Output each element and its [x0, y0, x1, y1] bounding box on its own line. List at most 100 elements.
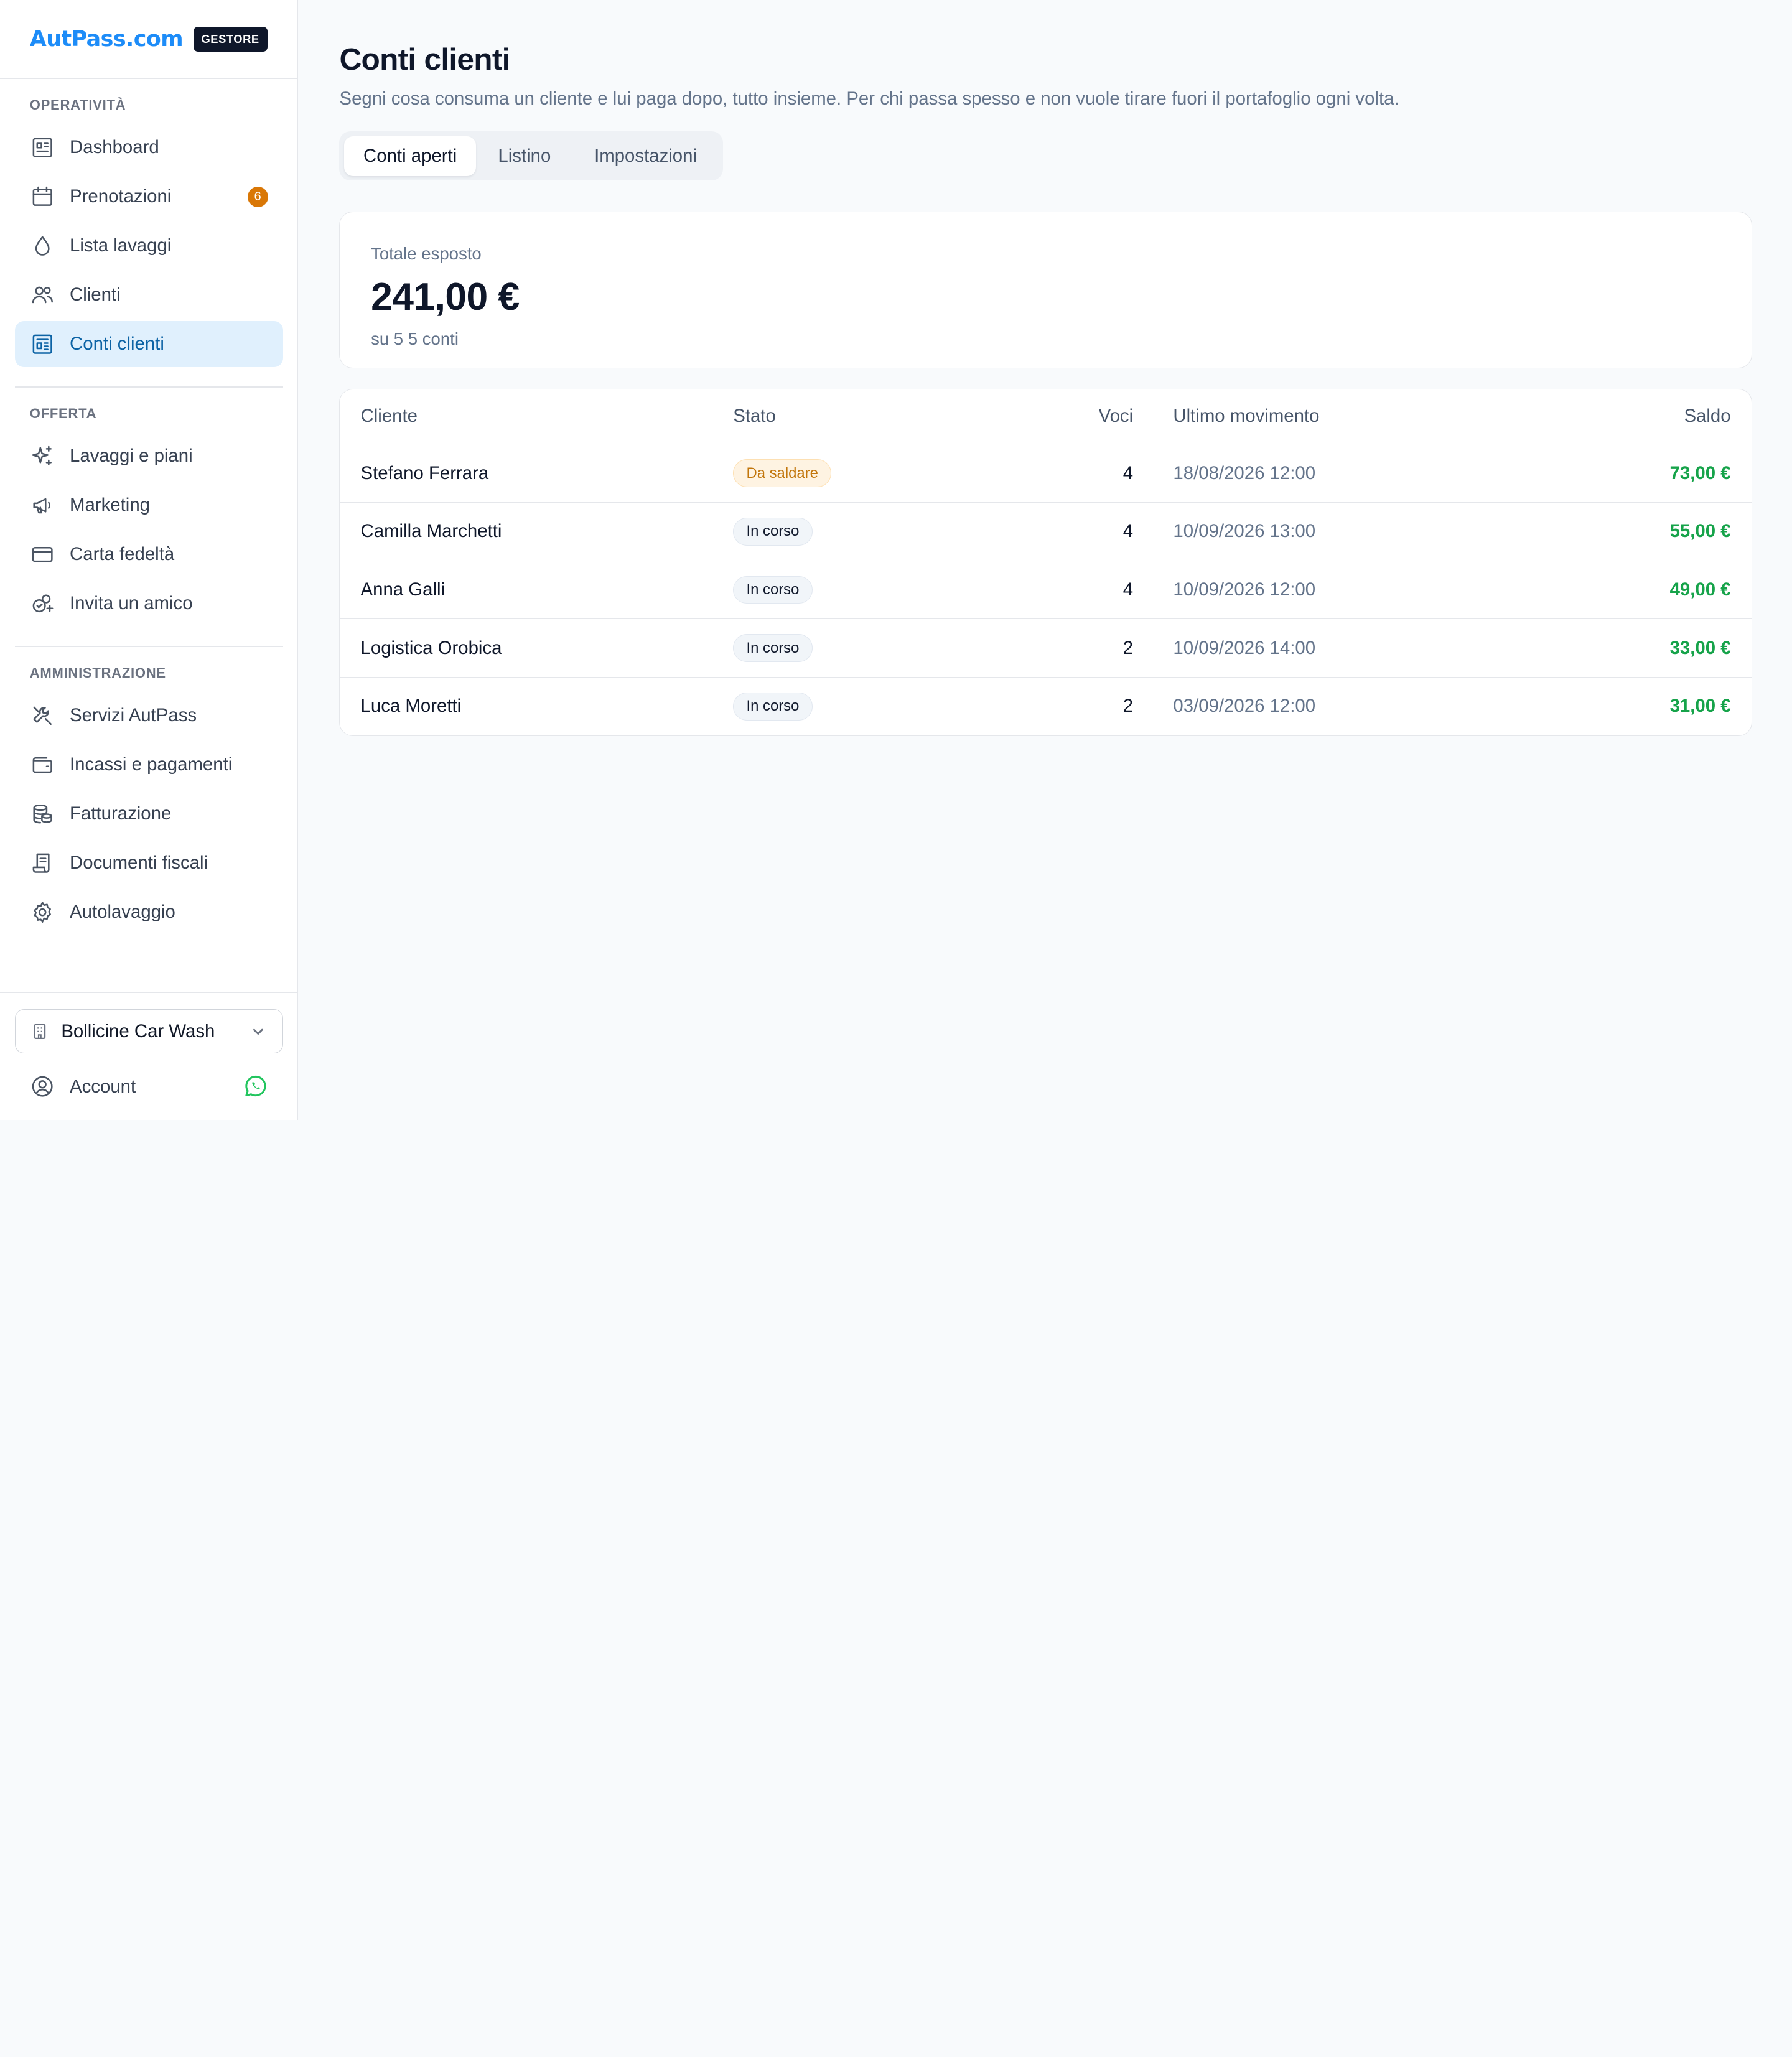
cell-cliente: Anna Galli [340, 561, 734, 620]
sidebar-item-marketing[interactable]: Marketing [15, 482, 283, 528]
table-row[interactable]: Anna Galli In corso 4 10/09/2026 12:00 4… [340, 561, 1752, 620]
sidebar-item-label: Documenti fiscali [70, 852, 208, 874]
sidebar-item-label: Lavaggi e piani [70, 445, 193, 467]
cell-stato: In corso [733, 502, 1008, 561]
calendar-icon [29, 183, 56, 210]
table-row[interactable]: Logistica Orobica In corso 2 10/09/2026 … [340, 618, 1752, 678]
page-title: Conti clienti [339, 42, 510, 77]
cell-saldo: 31,00 € [1669, 696, 1731, 717]
sidebar-item-label: Incassi e pagamenti [70, 754, 233, 775]
sidebar-item-label: Fatturazione [70, 803, 172, 824]
brand-logo[interactable]: AutPass.com [30, 27, 184, 52]
cell-stato: In corso [733, 677, 1007, 735]
user-circle-icon [32, 1076, 53, 1098]
sidebar-item-prenotazioni[interactable]: Prenotazioni 6 [15, 174, 283, 219]
sidebar-item-dashboard[interactable]: Dashboard [15, 124, 283, 170]
location-select[interactable]: Bollicine Car Wash [14, 1009, 283, 1054]
cell-stato: In corso [733, 618, 1008, 678]
sidebar-item-lista-lavaggi[interactable]: Lista lavaggi [15, 223, 283, 268]
invite-icon [29, 590, 56, 617]
sidebar-item-incassi-e-pagamenti[interactable]: Incassi e pagamenti [15, 742, 283, 787]
sidebar-item-servizi-autpass[interactable]: Servizi AutPass [15, 693, 283, 739]
cell-ultimo-movimento: 10/09/2026 13:00 [1133, 502, 1564, 561]
cell-stato: Da saldare [733, 444, 1008, 503]
droplet-icon [29, 232, 56, 259]
cell-cliente: Camilla Marchetti [340, 502, 734, 561]
megaphone-icon [29, 492, 56, 519]
cell-cliente: Stefano Ferrara [340, 444, 734, 503]
status-badge: Da saldare [733, 459, 832, 487]
sidebar-item-carta-fedelta[interactable]: Carta fedeltà [15, 531, 283, 577]
nav-section-operativita: OPERATIVITÀ Dashboard Prenotazioni 6 Lis… [0, 79, 297, 367]
sidebar-item-label: Prenotazioni [70, 186, 172, 207]
column-header-saldo[interactable]: Saldo [1563, 389, 1752, 445]
cell-saldo: 73,00 € [1563, 444, 1752, 503]
cell-saldo: 33,00 € [1563, 618, 1752, 678]
sidebar-item-fatturazione[interactable]: Fatturazione [15, 791, 283, 836]
cell-voci: 4 [1007, 561, 1134, 620]
cell-ultimo-movimento: 18/08/2026 12:00 [1133, 444, 1564, 503]
whatsapp-icon[interactable] [243, 1074, 268, 1099]
column-header-stato[interactable]: Stato [733, 389, 1008, 445]
tab-listino[interactable]: Listino [476, 136, 572, 176]
notification-badge: 6 [247, 186, 268, 207]
cell-saldo: 55,00 € [1563, 502, 1752, 561]
cell-saldo: 49,00 € [1563, 561, 1752, 620]
brand-badge: GESTORE [193, 26, 268, 52]
sidebar-item-label: Servizi AutPass [70, 705, 197, 726]
brand: AutPass.com GESTORE [0, 0, 298, 79]
sidebar-item-invita-un-amico[interactable]: Invita un amico [15, 581, 283, 626]
section-title: OFFERTA [29, 406, 97, 422]
table-row[interactable]: Stefano Ferrara Da saldare 4 18/08/2026 … [340, 444, 1752, 503]
table-row[interactable]: Luca Moretti In corso 2 03/09/2026 12:00… [340, 677, 1751, 735]
cell-stato: In corso [733, 561, 1008, 620]
table-row[interactable]: Camilla Marchetti In corso 4 10/09/2026 … [340, 502, 1752, 561]
tab-bar: Conti aperti Listino Impostazioni [339, 131, 724, 181]
gear-icon [29, 898, 56, 926]
account-row[interactable]: Account [0, 1053, 297, 1120]
summary-note: su 5 5 conti [371, 329, 459, 349]
tools-icon [29, 702, 56, 729]
nav-section-offerta: OFFERTA Lavaggi e piani Marketing Carta … [0, 388, 297, 627]
column-header-ultimo-movimento[interactable]: Ultimo movimento [1133, 389, 1564, 445]
receipt-icon [29, 849, 56, 877]
app: AutPass.com GESTORE OPERATIVITÀ Dashboar… [0, 0, 1792, 1120]
sidebar-item-label: Clienti [70, 284, 121, 306]
column-header-cliente[interactable]: Cliente [340, 389, 734, 445]
table-header-row: Cliente Stato Voci Ultimo movimento Sald… [340, 389, 1752, 445]
cell-voci: 4 [1007, 444, 1134, 503]
building-icon [34, 1024, 45, 1039]
sidebar-item-label: Conti clienti [70, 333, 164, 354]
status-badge: In corso [733, 693, 813, 721]
cell-ultimo-movimento: 03/09/2026 12:00 [1173, 696, 1316, 717]
accounts-table-card: Cliente Stato Voci Ultimo movimento Sald… [339, 388, 1752, 737]
column-header-voci[interactable]: Voci [1007, 389, 1134, 445]
cell-ultimo-movimento: 10/09/2026 12:00 [1133, 561, 1564, 620]
sidebar-footer: Bollicine Car Wash Account [0, 992, 298, 1120]
section-title: AMMINISTRAZIONE [29, 665, 166, 681]
tab-impostazioni[interactable]: Impostazioni [572, 136, 719, 176]
tab-conti-aperti[interactable]: Conti aperti [343, 136, 477, 176]
cell-cliente: Luca Moretti [360, 696, 462, 717]
sidebar-item-label: Marketing [70, 495, 150, 516]
sidebar-item-clienti[interactable]: Clienti [15, 272, 283, 317]
sidebar-item-autolavaggio[interactable]: Autolavaggio [15, 889, 283, 935]
cell-voci: 4 [1007, 502, 1134, 561]
summary-card: Totale esposto 241,00 € su 5 5 conti [339, 211, 1752, 368]
sidebar-item-conti-clienti[interactable]: Conti clienti [14, 321, 283, 367]
status-badge: In corso [733, 517, 813, 546]
main-content: Conti clienti Segni cosa consuma un clie… [298, 0, 1792, 1120]
sidebar: AutPass.com GESTORE OPERATIVITÀ Dashboar… [0, 0, 299, 1120]
sidebar-item-label: Dashboard [70, 137, 159, 158]
sidebar-item-label: Invita un amico [70, 593, 193, 614]
summary-label: Totale esposto [371, 244, 482, 264]
status-badge: In corso [733, 576, 813, 604]
sidebar-item-documenti-fiscali[interactable]: Documenti fiscali [15, 840, 283, 885]
sidebar-item-lavaggi-e-piani[interactable]: Lavaggi e piani [15, 433, 283, 478]
cell-ultimo-movimento: 10/09/2026 14:00 [1133, 618, 1564, 678]
section-title: OPERATIVITÀ [29, 97, 126, 113]
cell-voci: 2 [1007, 618, 1134, 678]
coins-icon [29, 800, 56, 828]
page-subtitle: Segni cosa consuma un cliente e lui paga… [339, 88, 1399, 110]
sidebar-item-label: Carta fedeltà [70, 544, 175, 565]
